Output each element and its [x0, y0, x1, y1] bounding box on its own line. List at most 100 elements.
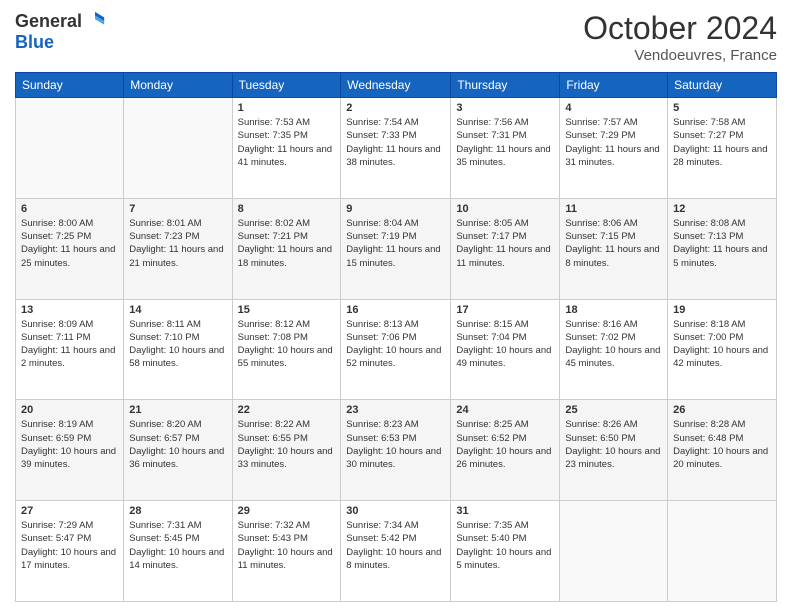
day-number: 3 — [456, 102, 554, 114]
cell-content: Sunrise: 7:35 AM Sunset: 5:40 PM Dayligh… — [456, 519, 554, 572]
day-number: 6 — [21, 203, 118, 215]
day-number: 7 — [129, 203, 226, 215]
calendar-table: Sunday Monday Tuesday Wednesday Thursday… — [15, 72, 777, 602]
daylight-text: Daylight: 10 hours and 11 minutes. — [238, 547, 333, 571]
sunrise-text: Sunrise: 8:05 AM — [456, 218, 528, 229]
daylight-text: Daylight: 10 hours and 58 minutes. — [129, 345, 224, 369]
sunset-text: Sunset: 7:06 PM — [346, 332, 416, 343]
day-number: 28 — [129, 505, 226, 517]
calendar-cell: 16 Sunrise: 8:13 AM Sunset: 7:06 PM Dayl… — [341, 299, 451, 400]
sunrise-text: Sunrise: 8:11 AM — [129, 319, 201, 330]
sunset-text: Sunset: 5:47 PM — [21, 533, 91, 544]
day-number: 5 — [673, 102, 771, 114]
logo-icon — [84, 10, 106, 32]
sunrise-text: Sunrise: 8:08 AM — [673, 218, 745, 229]
day-number: 29 — [238, 505, 336, 517]
cell-content: Sunrise: 7:34 AM Sunset: 5:42 PM Dayligh… — [346, 519, 445, 572]
sunset-text: Sunset: 7:27 PM — [673, 130, 743, 141]
daylight-text: Daylight: 10 hours and 17 minutes. — [21, 547, 116, 571]
calendar-cell: 21 Sunrise: 8:20 AM Sunset: 6:57 PM Dayl… — [124, 400, 232, 501]
calendar-cell: 1 Sunrise: 7:53 AM Sunset: 7:35 PM Dayli… — [232, 98, 341, 199]
sunrise-text: Sunrise: 7:54 AM — [346, 117, 418, 128]
daylight-text: Daylight: 11 hours and 2 minutes. — [21, 345, 115, 369]
daylight-text: Daylight: 10 hours and 8 minutes. — [346, 547, 441, 571]
cell-content: Sunrise: 7:58 AM Sunset: 7:27 PM Dayligh… — [673, 116, 771, 169]
sunrise-text: Sunrise: 8:16 AM — [565, 319, 637, 330]
daylight-text: Daylight: 10 hours and 23 minutes. — [565, 446, 660, 470]
day-number: 16 — [346, 304, 445, 316]
daylight-text: Daylight: 10 hours and 14 minutes. — [129, 547, 224, 571]
sunset-text: Sunset: 7:04 PM — [456, 332, 526, 343]
daylight-text: Daylight: 10 hours and 36 minutes. — [129, 446, 224, 470]
sunrise-text: Sunrise: 7:53 AM — [238, 117, 310, 128]
sunset-text: Sunset: 7:25 PM — [21, 231, 91, 242]
sunset-text: Sunset: 7:13 PM — [673, 231, 743, 242]
calendar-week-row: 1 Sunrise: 7:53 AM Sunset: 7:35 PM Dayli… — [16, 98, 777, 199]
daylight-text: Daylight: 10 hours and 45 minutes. — [565, 345, 660, 369]
sunrise-text: Sunrise: 8:09 AM — [21, 319, 93, 330]
daylight-text: Daylight: 10 hours and 42 minutes. — [673, 345, 768, 369]
sunset-text: Sunset: 6:50 PM — [565, 433, 635, 444]
sunrise-text: Sunrise: 8:25 AM — [456, 419, 528, 430]
calendar-cell: 27 Sunrise: 7:29 AM Sunset: 5:47 PM Dayl… — [16, 501, 124, 602]
calendar-week-row: 13 Sunrise: 8:09 AM Sunset: 7:11 PM Dayl… — [16, 299, 777, 400]
day-number: 13 — [21, 304, 118, 316]
daylight-text: Daylight: 10 hours and 55 minutes. — [238, 345, 333, 369]
calendar-week-row: 20 Sunrise: 8:19 AM Sunset: 6:59 PM Dayl… — [16, 400, 777, 501]
col-saturday: Saturday — [668, 73, 777, 98]
cell-content: Sunrise: 8:23 AM Sunset: 6:53 PM Dayligh… — [346, 418, 445, 471]
calendar-cell — [124, 98, 232, 199]
day-number: 8 — [238, 203, 336, 215]
sunset-text: Sunset: 7:10 PM — [129, 332, 199, 343]
sunrise-text: Sunrise: 7:29 AM — [21, 520, 93, 531]
cell-content: Sunrise: 7:56 AM Sunset: 7:31 PM Dayligh… — [456, 116, 554, 169]
daylight-text: Daylight: 11 hours and 11 minutes. — [456, 244, 550, 268]
cell-content: Sunrise: 8:13 AM Sunset: 7:06 PM Dayligh… — [346, 318, 445, 371]
day-number: 1 — [238, 102, 336, 114]
title-area: October 2024 Vendoeuvres, France — [583, 10, 777, 64]
cell-content: Sunrise: 7:32 AM Sunset: 5:43 PM Dayligh… — [238, 519, 336, 572]
sunrise-text: Sunrise: 8:01 AM — [129, 218, 201, 229]
calendar-cell — [668, 501, 777, 602]
calendar-cell: 10 Sunrise: 8:05 AM Sunset: 7:17 PM Dayl… — [451, 198, 560, 299]
sunrise-text: Sunrise: 8:04 AM — [346, 218, 418, 229]
day-number: 15 — [238, 304, 336, 316]
sunrise-text: Sunrise: 7:32 AM — [238, 520, 310, 531]
sunset-text: Sunset: 7:17 PM — [456, 231, 526, 242]
sunset-text: Sunset: 7:00 PM — [673, 332, 743, 343]
calendar-cell: 13 Sunrise: 8:09 AM Sunset: 7:11 PM Dayl… — [16, 299, 124, 400]
day-number: 10 — [456, 203, 554, 215]
daylight-text: Daylight: 10 hours and 49 minutes. — [456, 345, 551, 369]
sunset-text: Sunset: 5:43 PM — [238, 533, 308, 544]
day-number: 21 — [129, 404, 226, 416]
sunrise-text: Sunrise: 7:58 AM — [673, 117, 745, 128]
sunset-text: Sunset: 7:31 PM — [456, 130, 526, 141]
calendar-cell: 4 Sunrise: 7:57 AM Sunset: 7:29 PM Dayli… — [560, 98, 668, 199]
calendar-cell: 19 Sunrise: 8:18 AM Sunset: 7:00 PM Dayl… — [668, 299, 777, 400]
calendar-cell — [560, 501, 668, 602]
daylight-text: Daylight: 11 hours and 25 minutes. — [21, 244, 115, 268]
calendar-cell: 3 Sunrise: 7:56 AM Sunset: 7:31 PM Dayli… — [451, 98, 560, 199]
cell-content: Sunrise: 8:15 AM Sunset: 7:04 PM Dayligh… — [456, 318, 554, 371]
daylight-text: Daylight: 10 hours and 30 minutes. — [346, 446, 441, 470]
cell-content: Sunrise: 8:26 AM Sunset: 6:50 PM Dayligh… — [565, 418, 662, 471]
sunrise-text: Sunrise: 8:12 AM — [238, 319, 310, 330]
calendar-cell: 26 Sunrise: 8:28 AM Sunset: 6:48 PM Dayl… — [668, 400, 777, 501]
calendar-cell: 31 Sunrise: 7:35 AM Sunset: 5:40 PM Dayl… — [451, 501, 560, 602]
day-number: 30 — [346, 505, 445, 517]
calendar-cell: 14 Sunrise: 8:11 AM Sunset: 7:10 PM Dayl… — [124, 299, 232, 400]
sunrise-text: Sunrise: 7:35 AM — [456, 520, 528, 531]
calendar-cell: 6 Sunrise: 8:00 AM Sunset: 7:25 PM Dayli… — [16, 198, 124, 299]
cell-content: Sunrise: 8:00 AM Sunset: 7:25 PM Dayligh… — [21, 217, 118, 270]
sunset-text: Sunset: 6:52 PM — [456, 433, 526, 444]
header: General Blue October 2024 Vendoeuvres, F… — [15, 10, 777, 64]
daylight-text: Daylight: 11 hours and 31 minutes. — [565, 144, 659, 168]
calendar-cell: 11 Sunrise: 8:06 AM Sunset: 7:15 PM Dayl… — [560, 198, 668, 299]
sunset-text: Sunset: 7:15 PM — [565, 231, 635, 242]
cell-content: Sunrise: 8:02 AM Sunset: 7:21 PM Dayligh… — [238, 217, 336, 270]
cell-content: Sunrise: 8:01 AM Sunset: 7:23 PM Dayligh… — [129, 217, 226, 270]
cell-content: Sunrise: 8:08 AM Sunset: 7:13 PM Dayligh… — [673, 217, 771, 270]
calendar-cell: 2 Sunrise: 7:54 AM Sunset: 7:33 PM Dayli… — [341, 98, 451, 199]
calendar-cell: 12 Sunrise: 8:08 AM Sunset: 7:13 PM Dayl… — [668, 198, 777, 299]
daylight-text: Daylight: 11 hours and 18 minutes. — [238, 244, 332, 268]
